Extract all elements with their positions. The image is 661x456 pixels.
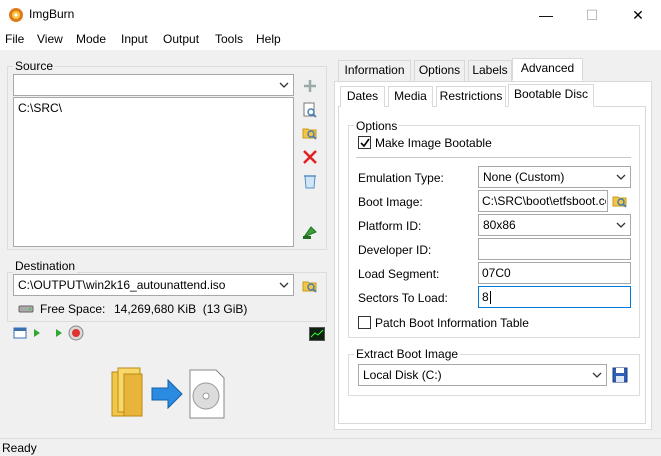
source-combo[interactable]: [13, 74, 294, 96]
menu-output[interactable]: Output: [163, 32, 199, 46]
menu-input[interactable]: Input: [121, 32, 148, 46]
status-bar: Ready: [0, 438, 661, 456]
make-bootable-checkbox[interactable]: [358, 136, 371, 149]
arrow-right-icon: [151, 378, 183, 410]
tab-bootable-disc[interactable]: Bootable Disc: [508, 84, 594, 107]
developer-id-label: Developer ID:: [358, 243, 432, 257]
build-mode-graphic: [111, 367, 225, 419]
tab-advanced[interactable]: Advanced: [512, 58, 583, 81]
chevron-down-icon: [616, 222, 626, 228]
patch-boot-info-checkbox[interactable]: [358, 316, 371, 329]
browse-destination-icon[interactable]: [301, 277, 319, 295]
browse-boot-image-icon[interactable]: [611, 192, 629, 210]
tab-options[interactable]: Options: [414, 60, 465, 81]
log-window-icon[interactable]: [13, 326, 27, 340]
list-item[interactable]: C:\SRC\: [18, 101, 62, 115]
status-text: Ready: [2, 441, 37, 455]
search-folder-icon[interactable]: [301, 124, 319, 142]
clear-list-icon[interactable]: [301, 172, 319, 190]
remove-icon[interactable]: [301, 148, 319, 166]
chevron-down-icon: [592, 372, 602, 378]
checkmark-icon: [360, 138, 370, 148]
menu-help[interactable]: Help: [256, 32, 281, 46]
tab-media[interactable]: Media: [388, 86, 433, 107]
load-segment-input[interactable]: 07C0: [478, 262, 631, 284]
free-space-value: 14,269,680 KiB (13 GiB): [114, 302, 248, 316]
menu-bar: File View Mode Input Output Tools Help: [0, 30, 661, 50]
boot-image-input[interactable]: C:\SRC\boot\etfsboot.com: [478, 190, 608, 212]
load-segment-label: Load Segment:: [358, 267, 440, 281]
tab-labels[interactable]: Labels: [468, 60, 512, 81]
minimize-button[interactable]: —: [523, 0, 569, 30]
close-button[interactable]: ✕: [615, 0, 661, 30]
menu-file[interactable]: File: [5, 32, 24, 46]
disc-image-icon: [189, 369, 225, 419]
window-title: ImgBurn: [29, 7, 75, 21]
patch-boot-info-label[interactable]: Patch Boot Information Table: [375, 316, 529, 330]
maximize-button[interactable]: ☐: [569, 0, 615, 30]
chevron-down-icon: [616, 174, 626, 180]
play-icon[interactable]: [54, 328, 64, 338]
developer-id-input[interactable]: [478, 238, 631, 260]
extract-boot-image-label: Extract Boot Image: [354, 347, 461, 361]
platform-id-select[interactable]: 80x86: [478, 214, 631, 236]
graph-data-icon[interactable]: [309, 327, 325, 341]
free-space-label: Free Space:: [40, 302, 106, 316]
hard-drive-icon: [18, 305, 34, 313]
title-bar: ImgBurn — ☐ ✕: [0, 0, 661, 30]
sectors-to-load-input[interactable]: 8: [478, 286, 631, 308]
source-label: Source: [13, 59, 56, 73]
tab-information[interactable]: Information: [338, 60, 411, 81]
platform-id-label: Platform ID:: [358, 219, 422, 233]
destination-combo[interactable]: C:\OUTPUT\win2k16_autounattend.iso: [13, 274, 294, 296]
boot-image-label: Boot Image:: [358, 195, 423, 209]
separator: [356, 157, 631, 158]
text-cursor: [490, 291, 491, 304]
calculate-icon[interactable]: [301, 223, 319, 241]
play-icon[interactable]: [32, 328, 42, 338]
destination-label: Destination: [13, 259, 78, 273]
emulation-type-select[interactable]: None (Custom): [478, 166, 631, 188]
menu-tools[interactable]: Tools: [215, 32, 243, 46]
tab-dates[interactable]: Dates: [340, 86, 385, 107]
menu-mode[interactable]: Mode: [76, 32, 106, 46]
make-bootable-label[interactable]: Make Image Bootable: [375, 136, 492, 150]
eject-disc-icon[interactable]: [68, 325, 84, 341]
chevron-down-icon: [279, 82, 289, 88]
tab-restrictions[interactable]: Restrictions: [436, 86, 506, 107]
chevron-down-icon: [279, 282, 289, 288]
sectors-to-load-label: Sectors To Load:: [358, 291, 448, 305]
source-file-list[interactable]: C:\SRC\: [13, 97, 294, 247]
folders-icon: [111, 367, 143, 417]
menu-view[interactable]: View: [37, 32, 63, 46]
save-icon[interactable]: [611, 366, 629, 384]
browse-file-icon[interactable]: [301, 101, 319, 119]
options-label: Options: [354, 119, 400, 133]
imgburn-app-icon: [9, 8, 23, 22]
add-file-icon[interactable]: [301, 77, 319, 95]
emulation-type-label: Emulation Type:: [358, 171, 444, 185]
extract-drive-select[interactable]: Local Disk (C:): [358, 364, 607, 386]
